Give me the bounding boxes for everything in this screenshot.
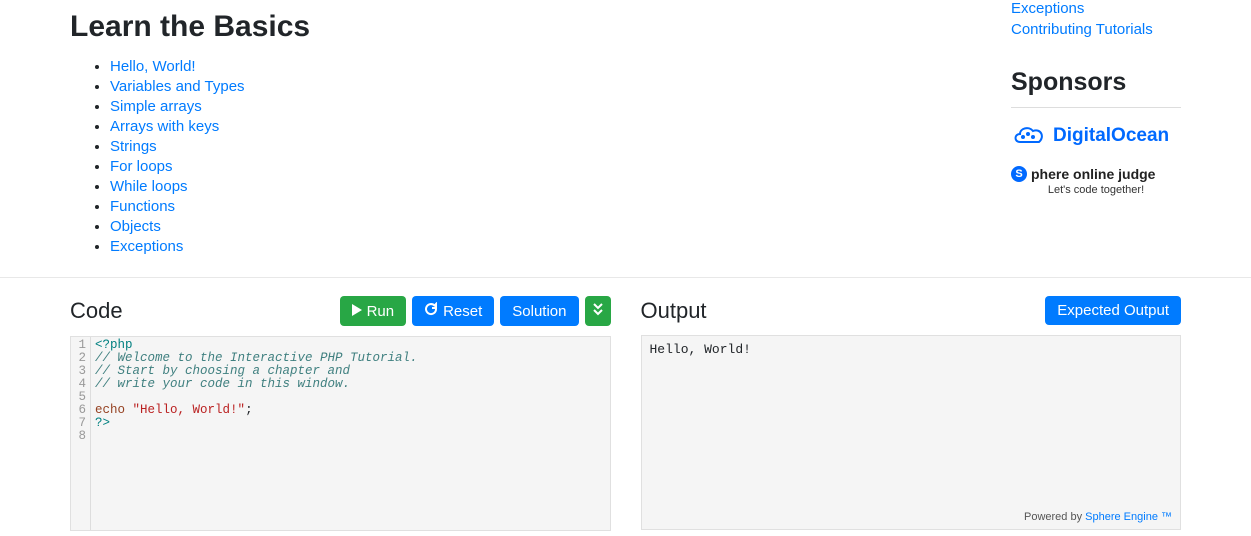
expand-button[interactable] xyxy=(585,296,611,326)
sponsors-heading: Sponsors xyxy=(1011,68,1181,108)
run-button-label: Run xyxy=(367,303,395,320)
list-item: While loops xyxy=(110,178,981,195)
list-item: Hello, World! xyxy=(110,58,981,75)
list-item: For loops xyxy=(110,158,981,175)
link-while-loops[interactable]: While loops xyxy=(110,178,188,195)
list-item: Objects xyxy=(110,218,981,235)
basics-list: Hello, World! Variables and Types Simple… xyxy=(70,58,981,255)
powered-by: Powered by Sphere Engine ™ xyxy=(1024,511,1172,523)
sponsor-sphere-tagline: Let's code together! xyxy=(1011,184,1181,196)
solution-button-label: Solution xyxy=(512,303,566,320)
output-box: Hello, World! Powered by Sphere Engine ™ xyxy=(641,335,1182,530)
solution-button[interactable]: Solution xyxy=(500,296,578,326)
link-strings[interactable]: Strings xyxy=(110,138,157,155)
sidebar-link-contributing[interactable]: Contributing Tutorials xyxy=(1011,21,1181,38)
output-text: Hello, World! xyxy=(650,342,751,357)
link-for-loops[interactable]: For loops xyxy=(110,158,173,175)
sphere-s-icon: S xyxy=(1011,166,1027,182)
play-icon xyxy=(352,303,362,320)
link-arrays-keys[interactable]: Arrays with keys xyxy=(110,118,219,135)
sphere-engine-link[interactable]: Sphere Engine ™ xyxy=(1085,511,1172,523)
link-variables-types[interactable]: Variables and Types xyxy=(110,78,245,95)
cloud-icon xyxy=(1011,122,1047,150)
link-objects[interactable]: Objects xyxy=(110,218,161,235)
sidebar-link-exceptions[interactable]: Exceptions xyxy=(1011,0,1181,17)
list-item: Arrays with keys xyxy=(110,118,981,135)
code-editor[interactable]: 12345678 <?php // Welcome to the Interac… xyxy=(70,336,611,531)
link-hello-world[interactable]: Hello, World! xyxy=(110,58,196,75)
list-item: Simple arrays xyxy=(110,98,981,115)
expected-output-label: Expected Output xyxy=(1057,302,1169,319)
reset-button-label: Reset xyxy=(443,303,482,320)
reset-button[interactable]: Reset xyxy=(412,296,494,326)
expected-output-button[interactable]: Expected Output xyxy=(1045,296,1181,325)
link-functions[interactable]: Functions xyxy=(110,198,175,215)
sponsor-digitalocean[interactable]: DigitalOcean xyxy=(1011,122,1181,150)
sponsor-sphere[interactable]: S phere online judge Let's code together… xyxy=(1011,166,1181,196)
list-item: Functions xyxy=(110,198,981,215)
run-button[interactable]: Run xyxy=(340,296,407,326)
list-item: Exceptions xyxy=(110,238,981,255)
page-heading: Learn the Basics xyxy=(70,10,981,44)
output-panel-title: Output xyxy=(641,298,707,324)
link-simple-arrays[interactable]: Simple arrays xyxy=(110,98,202,115)
chevrons-down-icon xyxy=(593,302,603,320)
sponsor-sphere-label: phere online judge xyxy=(1031,166,1155,182)
line-gutter: 12345678 xyxy=(71,337,91,530)
code-area[interactable]: <?php // Welcome to the Interactive PHP … xyxy=(91,337,610,530)
refresh-icon xyxy=(424,302,438,320)
list-item: Strings xyxy=(110,138,981,155)
list-item: Variables and Types xyxy=(110,78,981,95)
sponsor-digitalocean-label: DigitalOcean xyxy=(1053,125,1169,147)
code-panel-title: Code xyxy=(70,298,123,324)
link-exceptions[interactable]: Exceptions xyxy=(110,238,183,255)
